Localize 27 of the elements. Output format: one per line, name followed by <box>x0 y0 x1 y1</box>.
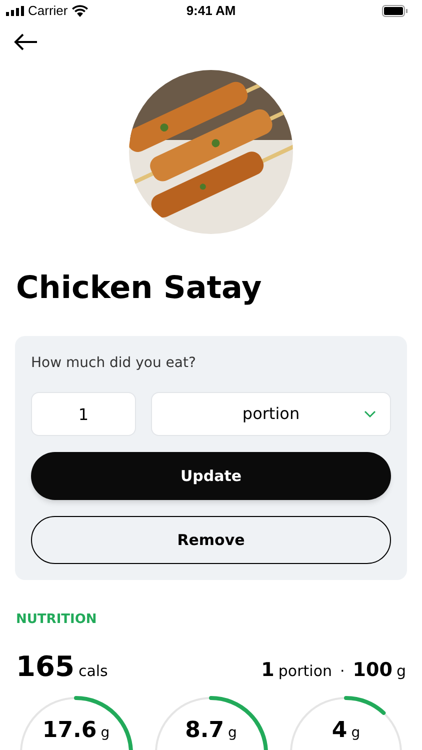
update-button[interactable]: Update <box>31 452 391 500</box>
calories-unit: cals <box>78 661 108 682</box>
portion-weight: 100 <box>352 658 392 683</box>
macro-amount: 8.7 <box>185 720 224 742</box>
quantity-field[interactable]: 1 <box>31 392 136 436</box>
unit-dropdown[interactable]: portion <box>151 392 391 436</box>
macro-unit: g <box>228 726 237 740</box>
weight-unit: g <box>396 661 406 682</box>
battery-icon <box>382 5 408 17</box>
wifi-icon <box>72 5 88 17</box>
portion-question: How much did you eat? <box>31 354 197 373</box>
macro-unit: g <box>100 726 110 740</box>
calories-value: 165 <box>16 649 74 685</box>
portion-count: 1 <box>261 658 274 683</box>
separator-dot: · <box>340 661 345 682</box>
signal-icon <box>6 6 24 16</box>
macro-unit: g <box>351 726 360 740</box>
portion-label: portion <box>278 661 332 682</box>
status-time: 9:41 AM <box>186 2 236 20</box>
macro-amount: 17.6 <box>42 720 97 742</box>
chevron-down-icon <box>364 410 376 418</box>
back-arrow-icon <box>14 33 38 51</box>
carrier-name: Carrier <box>28 2 68 20</box>
macro-amount: 4 <box>332 720 348 742</box>
food-title: Chicken Satay <box>15 269 263 308</box>
nutrition-heading: NUTRITION <box>16 612 97 627</box>
remove-button[interactable]: Remove <box>31 516 391 564</box>
